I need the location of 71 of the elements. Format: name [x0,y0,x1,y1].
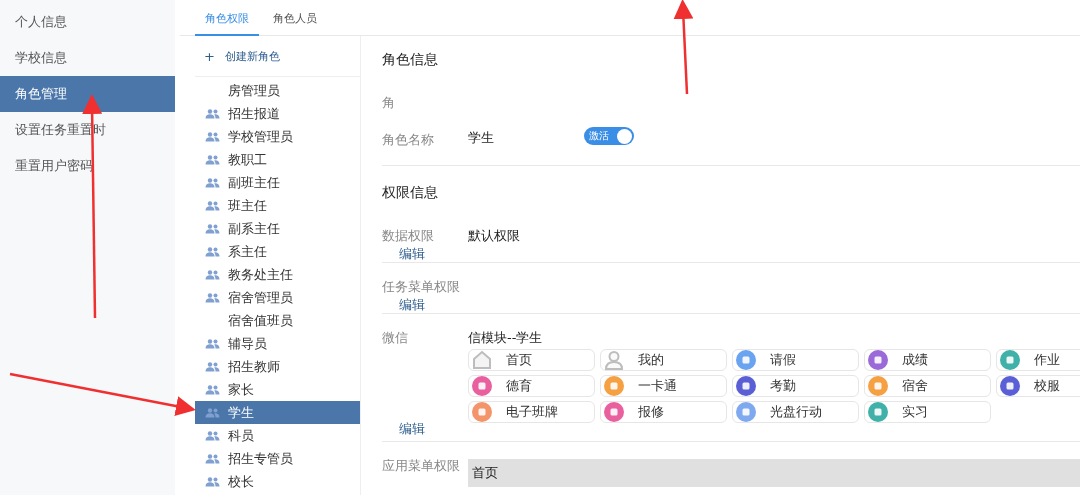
role-item[interactable]: 副班主任 [195,171,360,194]
field-label: 应用菜单权限 [382,457,461,475]
field-label: 角 [382,94,395,112]
role-item[interactable]: 宿舍值班员 [195,309,360,332]
field-label: 微信 [382,329,409,347]
module-tile[interactable]: 首页 [468,349,595,371]
module-tile[interactable]: 校服 [996,375,1080,397]
role-item[interactable]: 教务处主任 [195,263,360,286]
role-item[interactable]: 辅导员 [195,332,360,355]
role-item[interactable]: 校长 [195,470,360,493]
role-item[interactable]: 招生报道 [195,102,360,125]
people-icon [205,200,220,211]
people-icon [205,384,220,395]
role-item[interactable]: 学校管理员 [195,125,360,148]
edit-link[interactable]: 编辑 [399,296,425,313]
role-item[interactable]: 房管理员 [195,79,360,102]
plus-icon: + [204,48,215,64]
sidebar-item[interactable]: 角色管理 [0,76,175,112]
module-tile[interactable]: 实习 [864,401,991,423]
tab[interactable]: 角色人员 [263,11,327,36]
sidebar-item[interactable]: 重置用户密码 [0,148,175,184]
people-icon [205,223,220,234]
role-item[interactable]: 科员 [195,424,360,447]
people-icon [205,338,220,349]
field-label: 角色名称 [382,131,435,149]
module-tile[interactable]: 电子班牌 [468,401,595,423]
module-tile[interactable]: 报修 [600,401,727,423]
module-tile[interactable]: 一卡通 [600,375,727,397]
people-icon [205,246,220,257]
role-name: 学生 [468,131,494,145]
people-icon [205,108,220,119]
people-icon [205,407,220,418]
edit-link[interactable]: 编辑 [399,245,425,262]
module-name: 信模块--学生 [468,329,544,347]
section-title: 权限信息 [382,183,439,202]
people-icon [205,430,220,441]
field-value: 默认权限 [468,227,520,245]
module-tile[interactable]: 请假 [732,349,859,371]
people-icon [205,154,220,165]
section-title: 角色信息 [382,50,439,69]
people-icon [205,177,220,188]
module-tile[interactable]: 考勤 [732,375,859,397]
menu-item[interactable]: 首页 [468,459,1080,487]
role-item[interactable]: 教职工 [195,148,360,171]
module-tile[interactable]: 光盘行动 [732,401,859,423]
module-tile[interactable]: 我的 [600,349,727,371]
role-item[interactable]: 宿舍管理员 [195,286,360,309]
role-item[interactable]: 招生教师 [195,355,360,378]
people-icon [205,292,220,303]
create-role-button[interactable]: + 创建新角色 [195,36,360,77]
module-tile[interactable]: 成绩 [864,349,991,371]
role-item[interactable]: 副系主任 [195,217,360,240]
role-item[interactable]: 学生 [195,401,360,424]
role-item[interactable]: 招生专管员 [195,447,360,470]
field-label: 任务菜单权限 [382,278,461,296]
module-tile[interactable]: 宿舍 [864,375,991,397]
tab[interactable]: 角色权限 [195,11,259,36]
edit-link[interactable]: 编辑 [399,420,425,437]
people-icon [205,131,220,142]
module-tile[interactable]: 德育 [468,375,595,397]
people-icon [205,476,220,487]
role-item[interactable]: 系主任 [195,240,360,263]
role-item[interactable]: 家长 [195,378,360,401]
people-icon [205,453,220,464]
field-label: 数据权限 [382,227,435,245]
sidebar-item[interactable]: 个人信息 [0,4,175,40]
sidebar-item[interactable]: 学校信息 [0,40,175,76]
people-icon [205,361,220,372]
role-item[interactable]: 班主任 [195,194,360,217]
module-tile[interactable]: 作业 [996,349,1080,371]
people-icon [205,269,220,280]
